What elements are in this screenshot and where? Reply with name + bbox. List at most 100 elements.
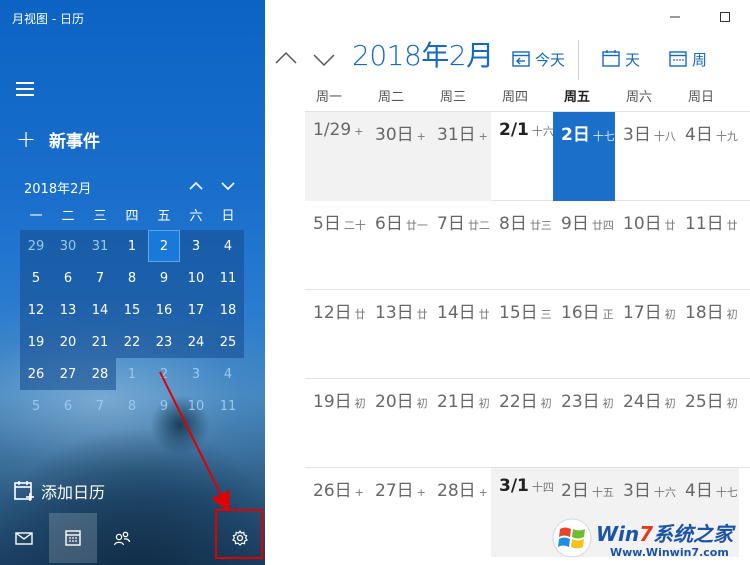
week-view-button[interactable]: 周	[668, 46, 707, 72]
day-cell[interactable]: 16日正	[553, 290, 615, 379]
lunar-date: 初	[664, 397, 676, 410]
mini-day[interactable]: 3	[180, 230, 212, 262]
mini-day[interactable]: 22	[116, 326, 148, 358]
mini-day[interactable]: 1	[116, 358, 148, 390]
mini-day[interactable]: 17	[180, 294, 212, 326]
day-cell[interactable]: 3/1 十四	[491, 468, 553, 557]
day-cell[interactable]: 25日初	[677, 379, 739, 468]
mini-day[interactable]: 8	[116, 262, 148, 294]
mini-day[interactable]: 6	[52, 390, 84, 422]
mini-day[interactable]: 31	[84, 230, 116, 262]
previous-month-button[interactable]	[273, 46, 299, 72]
day-cell[interactable]: 27日 +	[367, 468, 429, 557]
day-cell[interactable]: 14日廿	[429, 290, 491, 379]
day-cell[interactable]: 2/1 十六	[491, 112, 553, 201]
mini-day[interactable]: 7	[84, 390, 116, 422]
day-cell[interactable]: 30日 +	[367, 112, 429, 201]
day-cell[interactable]: 9日 廿四	[553, 201, 615, 290]
next-month-button[interactable]	[311, 46, 337, 72]
day-cell[interactable]: 3日 十八	[615, 112, 677, 201]
mini-day[interactable]: 9	[148, 262, 180, 294]
calendar-button[interactable]	[49, 513, 97, 563]
mini-day[interactable]: 8	[116, 390, 148, 422]
day-cell[interactable]: 26日 +	[305, 468, 367, 557]
mini-day[interactable]: 5	[20, 262, 52, 294]
mail-button[interactable]	[0, 513, 48, 563]
mini-day[interactable]: 13	[52, 294, 84, 326]
day-cell[interactable]: 23日初	[553, 379, 615, 468]
mini-day[interactable]: 24	[180, 326, 212, 358]
mini-day[interactable]: 11	[212, 390, 244, 422]
chevron-up-icon[interactable]	[186, 176, 206, 196]
mini-day[interactable]: 21	[84, 326, 116, 358]
day-cell[interactable]: 31日 +	[429, 112, 491, 201]
mini-day[interactable]: 30	[52, 230, 84, 262]
chevron-down-icon[interactable]	[218, 176, 238, 196]
mini-day[interactable]: 7	[84, 262, 116, 294]
day-cell[interactable]: 28日 +	[429, 468, 491, 557]
mini-day[interactable]: 4	[212, 230, 244, 262]
minimize-button[interactable]	[650, 0, 700, 34]
today-button[interactable]: 今天	[511, 46, 565, 72]
watermark-url: Www.Winwin7.com	[610, 546, 729, 559]
mini-calendar-header: 2018年2月	[24, 176, 244, 197]
mini-day[interactable]: 29	[20, 230, 52, 262]
day-cell[interactable]: 19日初	[305, 379, 367, 468]
mini-day[interactable]: 11	[212, 262, 244, 294]
mini-day[interactable]: 27	[52, 358, 84, 390]
mini-day[interactable]: 28	[84, 358, 116, 390]
day-cell[interactable]: 15日三	[491, 290, 553, 379]
day-cell[interactable]: 6日 廿一	[367, 201, 429, 290]
day-number: 11日	[685, 214, 724, 234]
day-cell-today[interactable]: 2日 十七	[553, 112, 615, 201]
day-cell[interactable]: 1/29 +	[305, 112, 367, 201]
calendar-icon	[65, 530, 81, 546]
mini-day[interactable]: 16	[148, 294, 180, 326]
mini-day[interactable]: 19	[20, 326, 52, 358]
mini-week-row: 5 6 7 8 9 10 11	[20, 262, 244, 294]
day-cell[interactable]: 13日廿	[367, 290, 429, 379]
day-view-button[interactable]: 天	[601, 46, 640, 72]
mini-day-today[interactable]: 2	[148, 230, 180, 262]
mini-day[interactable]: 14	[84, 294, 116, 326]
mini-day[interactable]: 9	[148, 390, 180, 422]
day-cell[interactable]: 5日 二十	[305, 201, 367, 290]
mini-day[interactable]: 4	[212, 358, 244, 390]
day-cell[interactable]: 22日初	[491, 379, 553, 468]
day-cell[interactable]: 7日 廿二	[429, 201, 491, 290]
day-cell[interactable]: 20日初	[367, 379, 429, 468]
day-cell[interactable]: 8日 廿三	[491, 201, 553, 290]
mini-day[interactable]: 12	[20, 294, 52, 326]
lunar-date: 三	[540, 308, 552, 321]
mini-day[interactable]: 3	[180, 358, 212, 390]
day-cell[interactable]: 12日廿	[305, 290, 367, 379]
mini-day[interactable]: 26	[20, 358, 52, 390]
day-cell[interactable]: 10日廿	[615, 201, 677, 290]
mini-day[interactable]: 2	[148, 358, 180, 390]
mini-day[interactable]: 6	[52, 262, 84, 294]
day-cell[interactable]: 17日初	[615, 290, 677, 379]
mini-day[interactable]: 20	[52, 326, 84, 358]
maximize-button[interactable]	[700, 0, 750, 34]
day-cell[interactable]: 24日初	[615, 379, 677, 468]
mini-calendar-month[interactable]: 2018年2月	[24, 178, 91, 197]
hamburger-menu-icon[interactable]	[16, 82, 34, 96]
day-cell[interactable]: 21日初	[429, 379, 491, 468]
mini-day[interactable]: 25	[212, 326, 244, 358]
mini-day[interactable]: 10	[180, 262, 212, 294]
new-event-button[interactable]: + 新事件	[16, 126, 100, 152]
day-cell[interactable]: 18日初	[677, 290, 739, 379]
mini-day[interactable]: 10	[180, 390, 212, 422]
people-button[interactable]	[98, 513, 146, 563]
mini-day[interactable]: 18	[212, 294, 244, 326]
mini-day[interactable]: 1	[116, 230, 148, 262]
mini-day[interactable]: 15	[116, 294, 148, 326]
month-title[interactable]: 2018年2月	[352, 34, 494, 74]
mini-day[interactable]: 23	[148, 326, 180, 358]
mini-day[interactable]: 5	[20, 390, 52, 422]
add-calendar-button[interactable]: 添加日历	[13, 479, 105, 503]
lunar-date: 廿	[354, 308, 366, 321]
day-cell[interactable]: 4日 十九	[677, 112, 739, 201]
day-cell[interactable]: 11日廿	[677, 201, 739, 290]
lunar-date: +	[354, 125, 364, 138]
